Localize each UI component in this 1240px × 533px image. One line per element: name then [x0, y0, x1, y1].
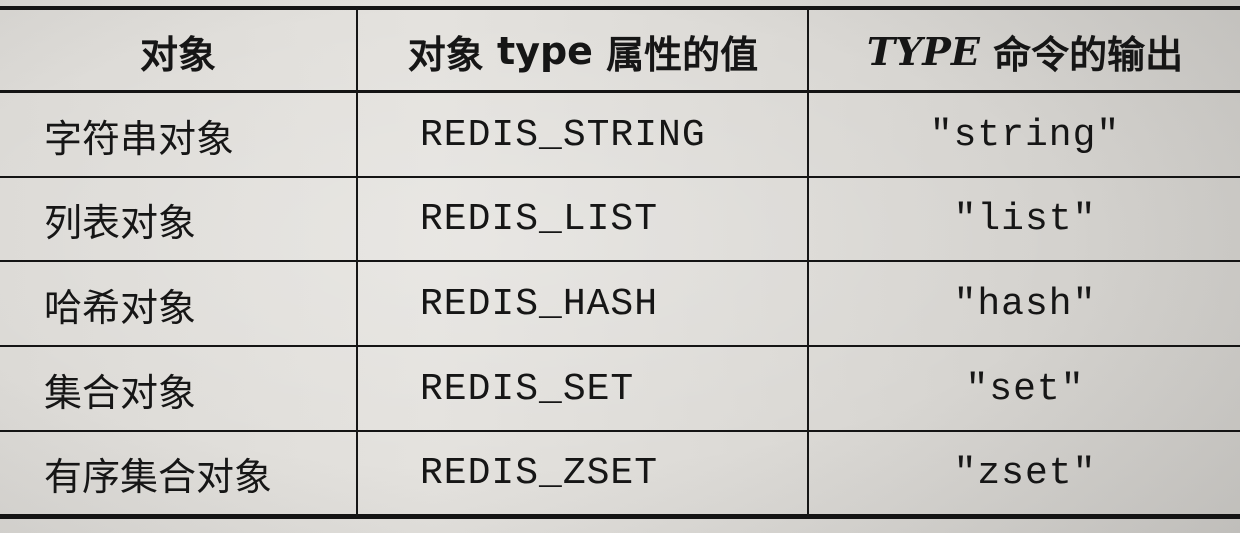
table-cell-type-output: "hash" — [953, 282, 1097, 326]
table-cell-object: 字符串对象 — [44, 116, 235, 161]
table-cell-object: 列表对象 — [44, 200, 197, 245]
row-divider — [0, 260, 1240, 262]
table-cell-object: 哈希对象 — [44, 285, 197, 330]
table-cell-type-output: "set" — [965, 367, 1085, 411]
header-type-attribute: 对象 type 属性的值 — [407, 29, 759, 77]
table-cell-type-value: REDIS_SET — [420, 367, 635, 411]
table-cell-type-value: REDIS_HASH — [420, 282, 659, 326]
row-divider — [0, 345, 1240, 347]
table-cell-type-value: REDIS_STRING — [420, 113, 706, 157]
header-rule — [0, 90, 1240, 93]
table-top-rule — [0, 6, 1240, 10]
header-type-command-output: TYPE 命令的输出 — [866, 28, 1184, 77]
table-bottom-rule — [0, 514, 1240, 519]
table-cell-object: 有序集合对象 — [44, 454, 273, 499]
table-cell-type-output: "list" — [953, 197, 1097, 241]
table-cell-type-output: "zset" — [953, 451, 1097, 495]
table-cell-type-value: REDIS_ZSET — [420, 451, 659, 495]
row-divider — [0, 430, 1240, 432]
header-object: 对象 — [139, 32, 216, 77]
table-cell-type-output: "string" — [929, 113, 1121, 157]
table-cell-object: 集合对象 — [44, 370, 197, 415]
table-cell-type-value: REDIS_LIST — [420, 197, 659, 241]
